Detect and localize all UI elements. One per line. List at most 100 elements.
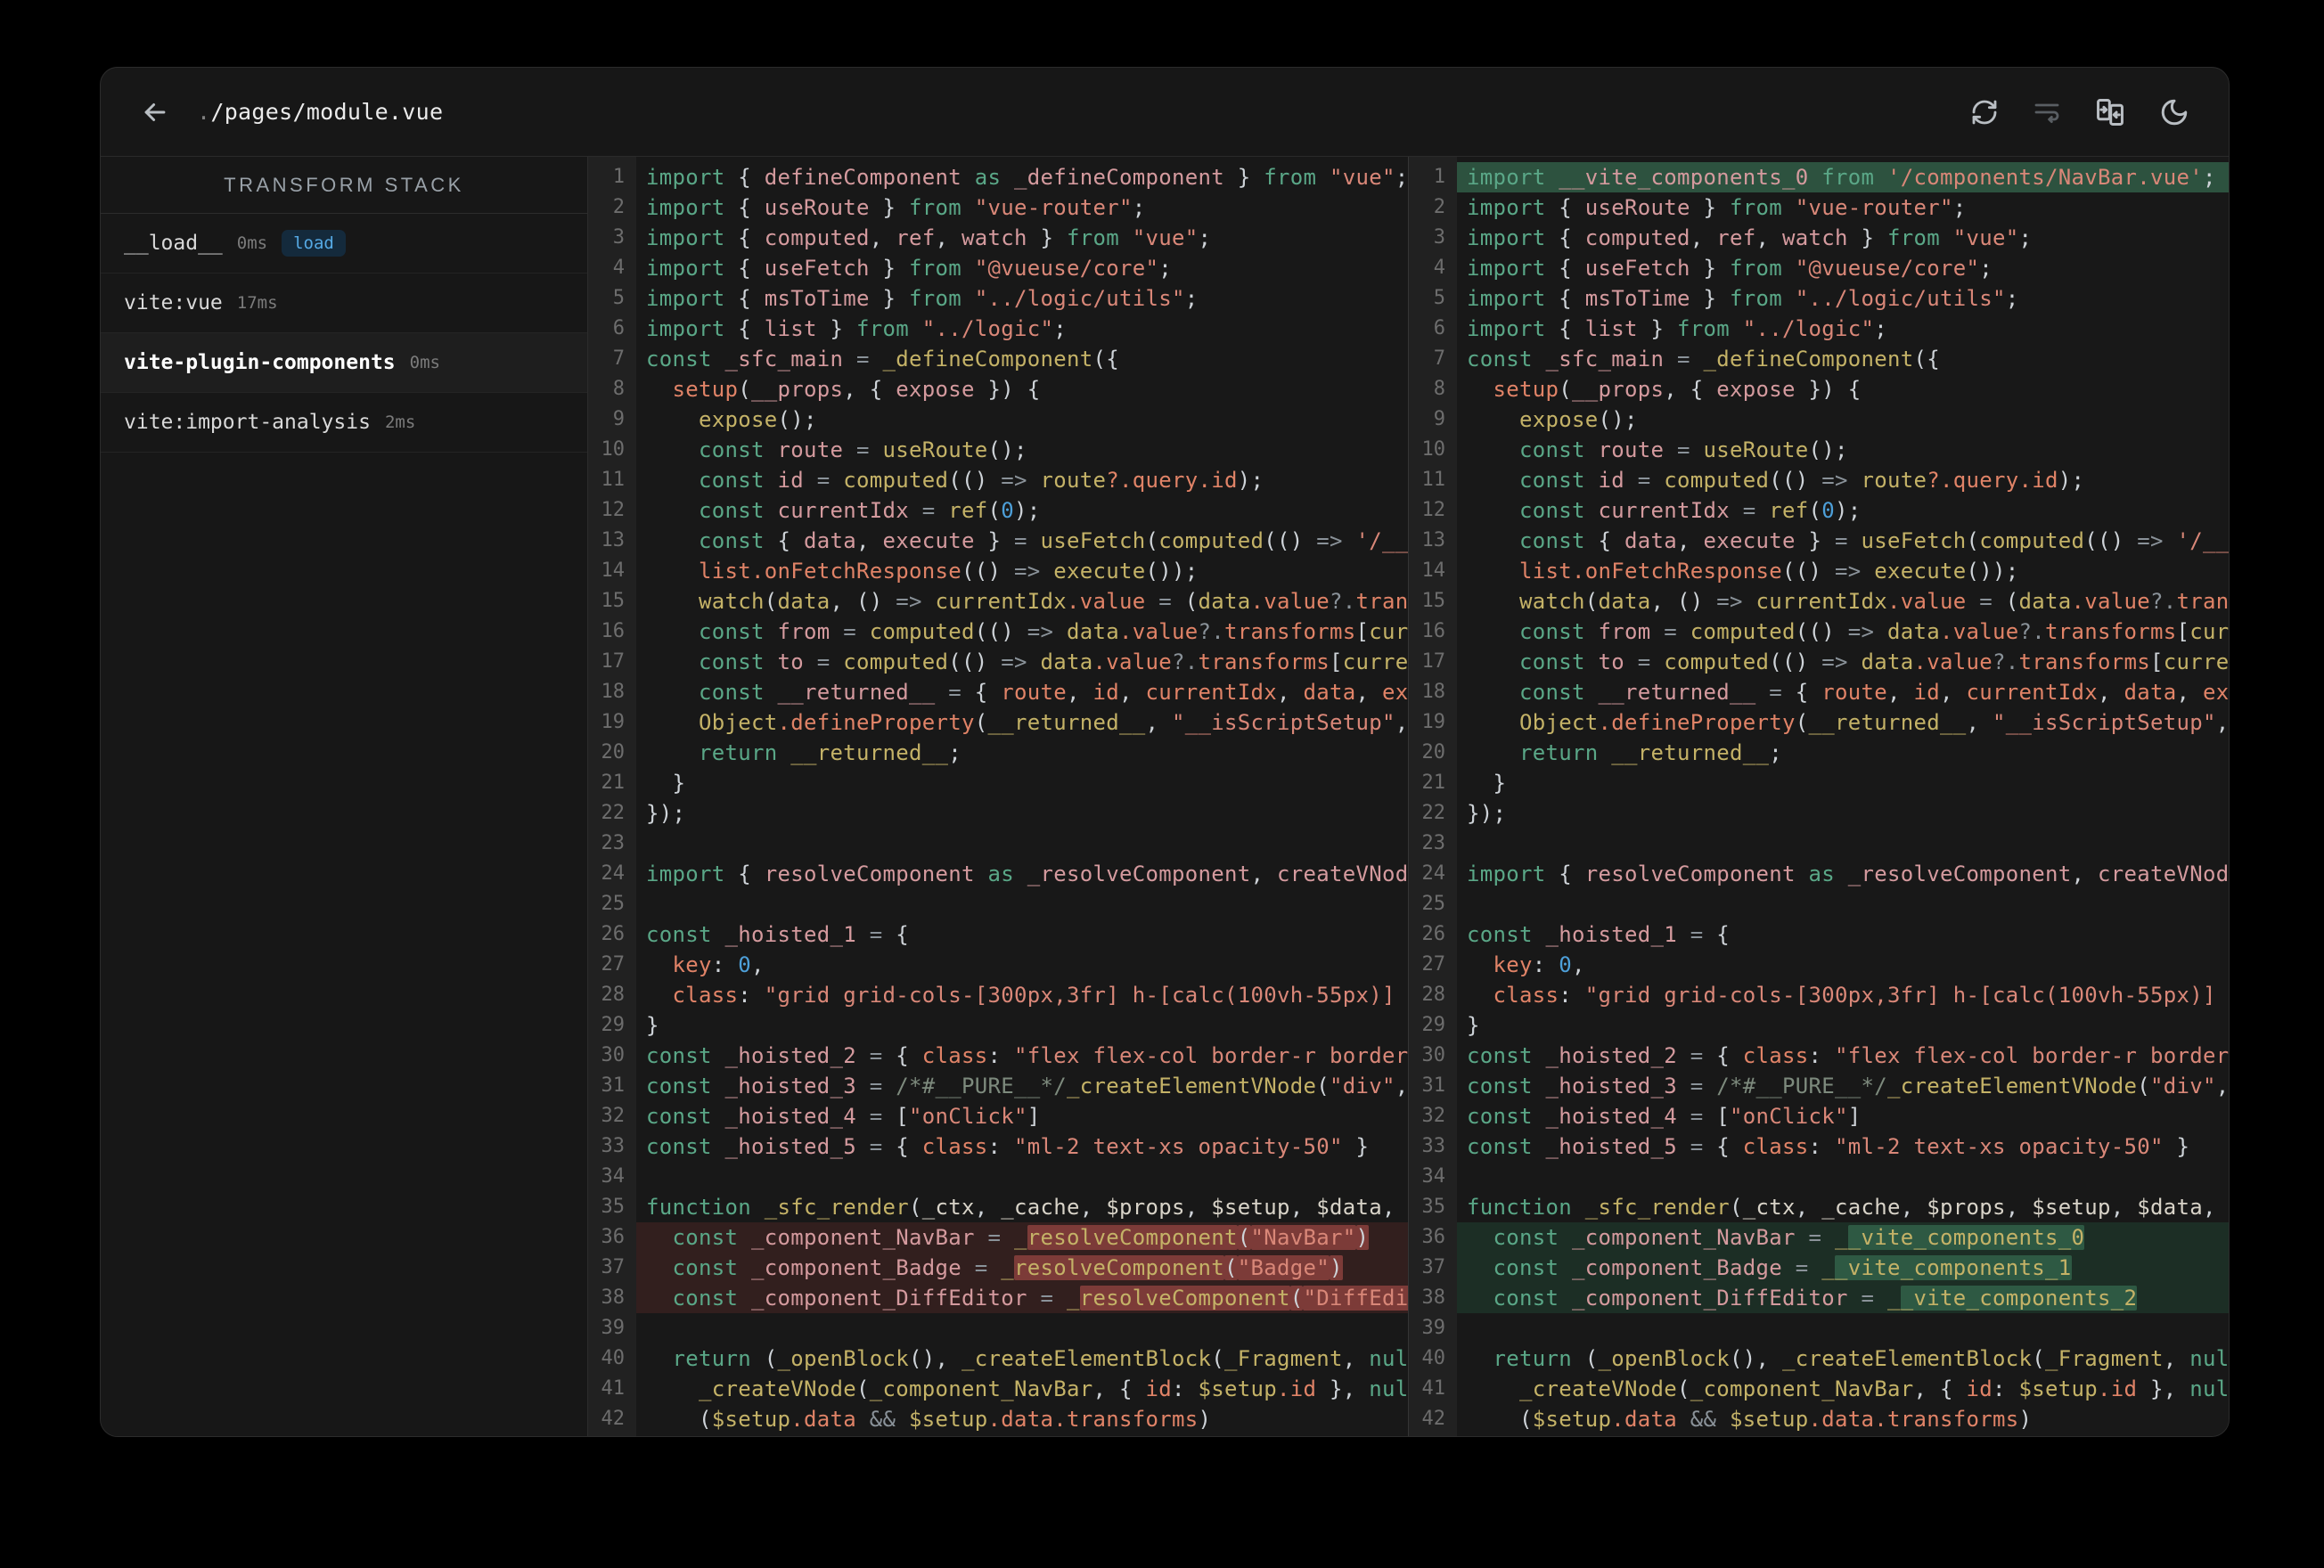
line-number: 15 (601, 590, 626, 612)
line-number: 6 (612, 317, 625, 339)
code-line: return __returned__; (1519, 740, 1782, 765)
line-number: 17 (601, 650, 626, 673)
transform-item-vite-vue[interactable]: vite:vue 17ms (101, 274, 587, 333)
line-number: 26 (601, 923, 626, 945)
diff-pane-after[interactable]: 1 2 3 4 5 6 7 8 9 10 11 12 13 14 15 16 17 18 19 20 21 22 23 24 2… (1408, 157, 2229, 1436)
hook-badge: load (282, 230, 346, 257)
header-actions (1970, 97, 2189, 127)
code-line: class: "grid grid-cols-[300px,3fr] h-[ca… (1493, 983, 2216, 1008)
code-line: setup(__props, { expose }) { (1493, 377, 1862, 402)
code-line: import { list } from "../logic"; (1467, 316, 1887, 341)
line-number: 42 (601, 1408, 626, 1430)
inline-diff-toggle-button[interactable] (2033, 98, 2061, 127)
transform-time: 0ms (409, 353, 440, 372)
transform-item-vite-import-analysis[interactable]: vite:import-analysis 2ms (101, 393, 587, 453)
code-line: import { resolveComponent as _resolveCom… (1467, 862, 2229, 886)
line-number: 38 (1421, 1286, 1446, 1309)
line-number: 10 (601, 438, 626, 461)
code-line: class: "grid grid-cols-[300px,3fr] h-[ca… (672, 983, 1395, 1008)
line-number: 29 (601, 1014, 626, 1036)
line-number: 21 (1421, 772, 1446, 794)
line-number: 6 (1433, 317, 1445, 339)
transform-item-load[interactable]: __load__ 0ms load (101, 214, 587, 274)
diff-view: 1 2 3 4 5 6 7 8 9 10 11 12 13 14 15 16 17 18 19 20 21 22 23 24 2… (588, 157, 2229, 1436)
code-line: list.onFetchResponse(() => execute()); (1519, 559, 2019, 584)
diff-pane-before[interactable]: 1 2 3 4 5 6 7 8 9 10 11 12 13 14 15 16 17 18 19 20 21 22 23 24 2… (588, 157, 1408, 1436)
line-number: 7 (612, 347, 625, 370)
line-number: 38 (601, 1286, 626, 1309)
code-line: return (_openBlock(), _createElementBloc… (672, 1346, 1409, 1371)
line-number: 24 (1421, 862, 1446, 885)
line-number: 23 (601, 832, 626, 854)
theme-toggle-button[interactable] (2159, 97, 2189, 127)
code-line: const from = computed(() => data.value?.… (1519, 619, 2229, 644)
code-line: Object.defineProperty(__returned__, "__i… (1519, 710, 2229, 735)
line-number: 8 (1433, 378, 1445, 400)
line-number: 13 (601, 529, 626, 551)
line-number: 5 (1433, 287, 1445, 309)
line-number: 11 (1421, 469, 1446, 491)
code-line: const from = computed(() => data.value?.… (699, 619, 1408, 644)
transform-stack-title: TRANSFORM STACK (101, 157, 587, 214)
code-line: const _hoisted_1 = { (646, 922, 909, 947)
code-line: const _hoisted_2 = { class: "flex flex-c… (646, 1043, 1408, 1068)
refresh-button[interactable] (1970, 98, 1999, 127)
line-number: 34 (601, 1165, 626, 1188)
line-number: 4 (1433, 257, 1445, 279)
code-line: const _component_Badge = _resolveCompone… (636, 1253, 1408, 1283)
line-number: 21 (601, 772, 626, 794)
line-number: 35 (601, 1196, 626, 1218)
line-number: 27 (1421, 953, 1446, 976)
code-line: import { useRoute } from "vue-router"; (1467, 195, 1967, 220)
side-by-side-diff-icon (2097, 98, 2124, 126)
line-number: 9 (612, 408, 625, 430)
line-number: 40 (1421, 1347, 1446, 1369)
code-line: const _hoisted_2 = { class: "flex flex-c… (1467, 1043, 2229, 1068)
code-line: import { list } from "../logic"; (646, 316, 1067, 341)
inspect-window: ./pages/module.vue TRANSFORM STACK __loa… (100, 67, 2230, 1437)
line-number: 12 (601, 499, 626, 521)
title-prefix: . (197, 99, 211, 125)
code-line: const _hoisted_3 = /*#__PURE__*/_createE… (1467, 1074, 2229, 1098)
code-line: const route = useRoute(); (1519, 437, 1848, 462)
line-number: 4 (612, 257, 625, 279)
line-number: 20 (1421, 741, 1446, 764)
code-line: watch(data, () => currentIdx.value = (da… (1519, 589, 2229, 614)
line-number: 25 (601, 893, 626, 915)
line-number: 41 (601, 1377, 626, 1400)
line-number: 17 (1421, 650, 1446, 673)
code-line: import { resolveComponent as _resolveCom… (646, 862, 1408, 886)
back-button[interactable] (140, 97, 170, 127)
transform-item-vite-plugin-components[interactable]: vite-plugin-components 0ms (101, 333, 587, 393)
line-number-gutter: 1 2 3 4 5 6 7 8 9 10 11 12 13 14 15 16 17 18 19 20 21 22 23 24 2… (588, 157, 636, 1436)
transform-stack-panel: TRANSFORM STACK __load__ 0ms load vite:vue 1… (101, 157, 588, 1436)
code-line: } (1467, 1013, 1480, 1038)
line-number: 29 (1421, 1014, 1446, 1036)
line-number: 22 (601, 802, 626, 824)
code-line: }); (646, 801, 686, 826)
code-line: function _sfc_render(_ctx, _cache, $prop… (646, 1195, 1408, 1220)
code-line: const _hoisted_5 = { class: "ml-2 text-x… (1467, 1134, 2190, 1159)
line-number: 26 (1421, 923, 1446, 945)
line-number: 37 (601, 1256, 626, 1278)
arrow-left-icon (144, 102, 166, 121)
line-number: 33 (601, 1135, 626, 1157)
refresh-icon (1972, 100, 1997, 124)
code-line: list.onFetchResponse(() => execute()); (699, 559, 1199, 584)
side-by-side-toggle-button[interactable] (2095, 97, 2125, 127)
line-number: 35 (1421, 1196, 1446, 1218)
line-number: 3 (1433, 226, 1445, 249)
line-number: 36 (601, 1226, 626, 1248)
transform-name: __load__ (124, 232, 223, 255)
code-line: } (1467, 771, 1507, 796)
code-line: const _hoisted_4 = ["onClick"] (1467, 1104, 1862, 1129)
code-lines: import { defineComponent as _defineCompo… (636, 157, 1408, 1436)
code-line: expose(); (699, 407, 817, 432)
code-line: Object.defineProperty(__returned__, "__i… (699, 710, 1408, 735)
transform-time: 17ms (236, 293, 278, 313)
code-line: import __vite_components_0 from '/compon… (1457, 162, 2229, 192)
